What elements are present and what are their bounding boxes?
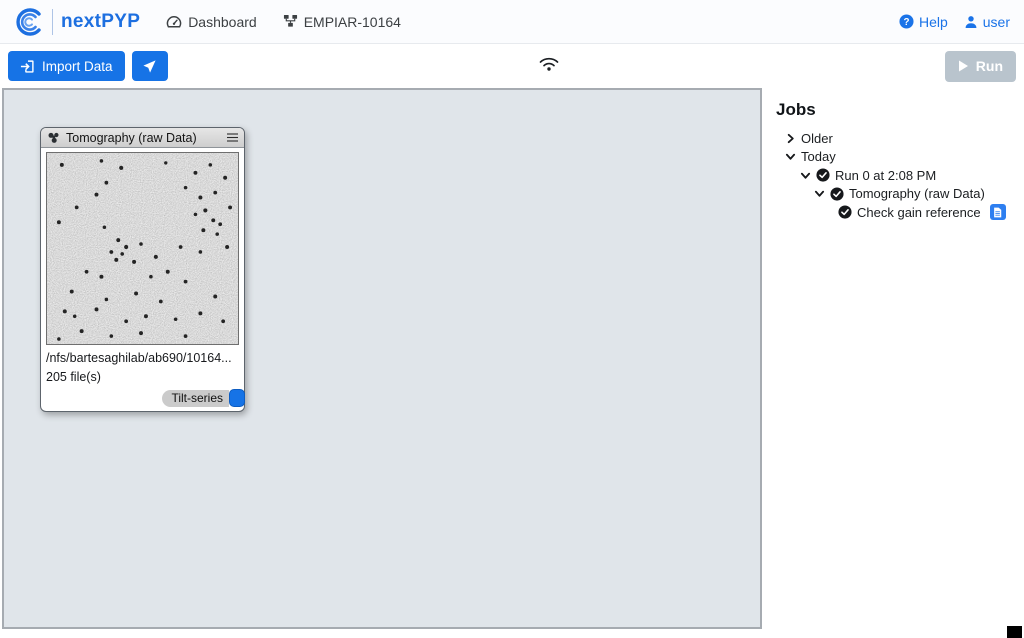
- jobs-tomography-label: Tomography (raw Data): [849, 186, 985, 201]
- dashboard-gauge-icon: [166, 14, 182, 30]
- check-circle-icon: [816, 168, 830, 182]
- jobs-tree-today[interactable]: Today: [776, 148, 1024, 167]
- jobs-panel-title: Jobs: [776, 100, 1024, 120]
- nextpyp-logo-icon: [14, 7, 44, 37]
- help-label: Help: [919, 14, 948, 30]
- jobs-today-label: Today: [801, 149, 836, 164]
- user-person-icon: [964, 15, 978, 29]
- check-circle-icon: [838, 205, 852, 219]
- corner-artifact: [1007, 626, 1022, 638]
- run-label: Run: [976, 58, 1003, 74]
- project-canvas[interactable]: Tomography (raw Data): [2, 88, 762, 629]
- import-data-button[interactable]: Import Data: [8, 51, 125, 81]
- svg-text:?: ?: [903, 17, 909, 28]
- jobs-tree-check-gain[interactable]: Check gain reference: [776, 203, 1024, 222]
- tomography-block-card[interactable]: Tomography (raw Data): [40, 127, 245, 412]
- micrograph-preview: [46, 152, 239, 345]
- chevron-down-icon[interactable]: [800, 170, 811, 181]
- chevron-down-icon[interactable]: [785, 151, 796, 162]
- run-button[interactable]: Run: [945, 51, 1016, 82]
- tilt-series-badge: Tilt-series: [162, 390, 229, 407]
- import-data-label: Import Data: [42, 59, 113, 74]
- cluster-icon: [47, 131, 60, 144]
- jobs-tree-tomography[interactable]: Tomography (raw Data): [776, 185, 1024, 204]
- jobs-run0-label: Run 0 at 2:08 PM: [835, 168, 936, 183]
- brand[interactable]: nextPYP: [14, 7, 140, 37]
- tilt-series-toggle[interactable]: [229, 389, 245, 407]
- project-diagram-icon: [283, 14, 298, 29]
- brand-divider: [52, 9, 53, 35]
- help-question-icon: ?: [899, 14, 914, 29]
- block-menu-icon[interactable]: [227, 133, 238, 142]
- nav-dashboard-label: Dashboard: [188, 14, 257, 30]
- navigate-button[interactable]: [132, 51, 168, 81]
- tilt-series-toggle-row: Tilt-series: [46, 389, 245, 407]
- user-label: user: [983, 14, 1010, 30]
- block-card-title: Tomography (raw Data): [66, 131, 221, 145]
- play-icon: [958, 60, 969, 72]
- jobs-tree-older[interactable]: Older: [776, 129, 1024, 148]
- chevron-right-icon[interactable]: [785, 133, 796, 144]
- log-file-badge[interactable]: [990, 204, 1006, 220]
- block-card-body: /nfs/bartesaghilab/ab690/10164... 205 fi…: [41, 148, 244, 411]
- send-plane-icon: [142, 59, 157, 74]
- jobs-panel: Jobs Older Today: [762, 88, 1024, 638]
- tilt-series-label: Tilt-series: [171, 391, 223, 405]
- file-import-icon: [20, 59, 35, 74]
- block-file-count: 205 file(s): [46, 370, 239, 384]
- brand-name: nextPYP: [61, 11, 140, 33]
- toolbar: Import Data Run: [0, 44, 1024, 88]
- connection-wifi-icon: [538, 55, 560, 77]
- block-data-path: /nfs/bartesaghilab/ab690/10164...: [46, 351, 239, 365]
- user-menu[interactable]: user: [964, 14, 1010, 30]
- top-navbar: nextPYP Dashboard: [0, 0, 1024, 44]
- chevron-down-icon[interactable]: [814, 188, 825, 199]
- nav-project-label: EMPIAR-10164: [304, 14, 401, 30]
- jobs-tree-run0[interactable]: Run 0 at 2:08 PM: [776, 166, 1024, 185]
- check-circle-icon: [830, 187, 844, 201]
- jobs-older-label: Older: [801, 131, 833, 146]
- block-card-header[interactable]: Tomography (raw Data): [41, 128, 244, 148]
- jobs-check-gain-label: Check gain reference: [857, 205, 981, 220]
- nav-dashboard[interactable]: Dashboard: [166, 14, 257, 30]
- help-link[interactable]: ? Help: [899, 14, 948, 30]
- nav-project[interactable]: EMPIAR-10164: [283, 14, 401, 30]
